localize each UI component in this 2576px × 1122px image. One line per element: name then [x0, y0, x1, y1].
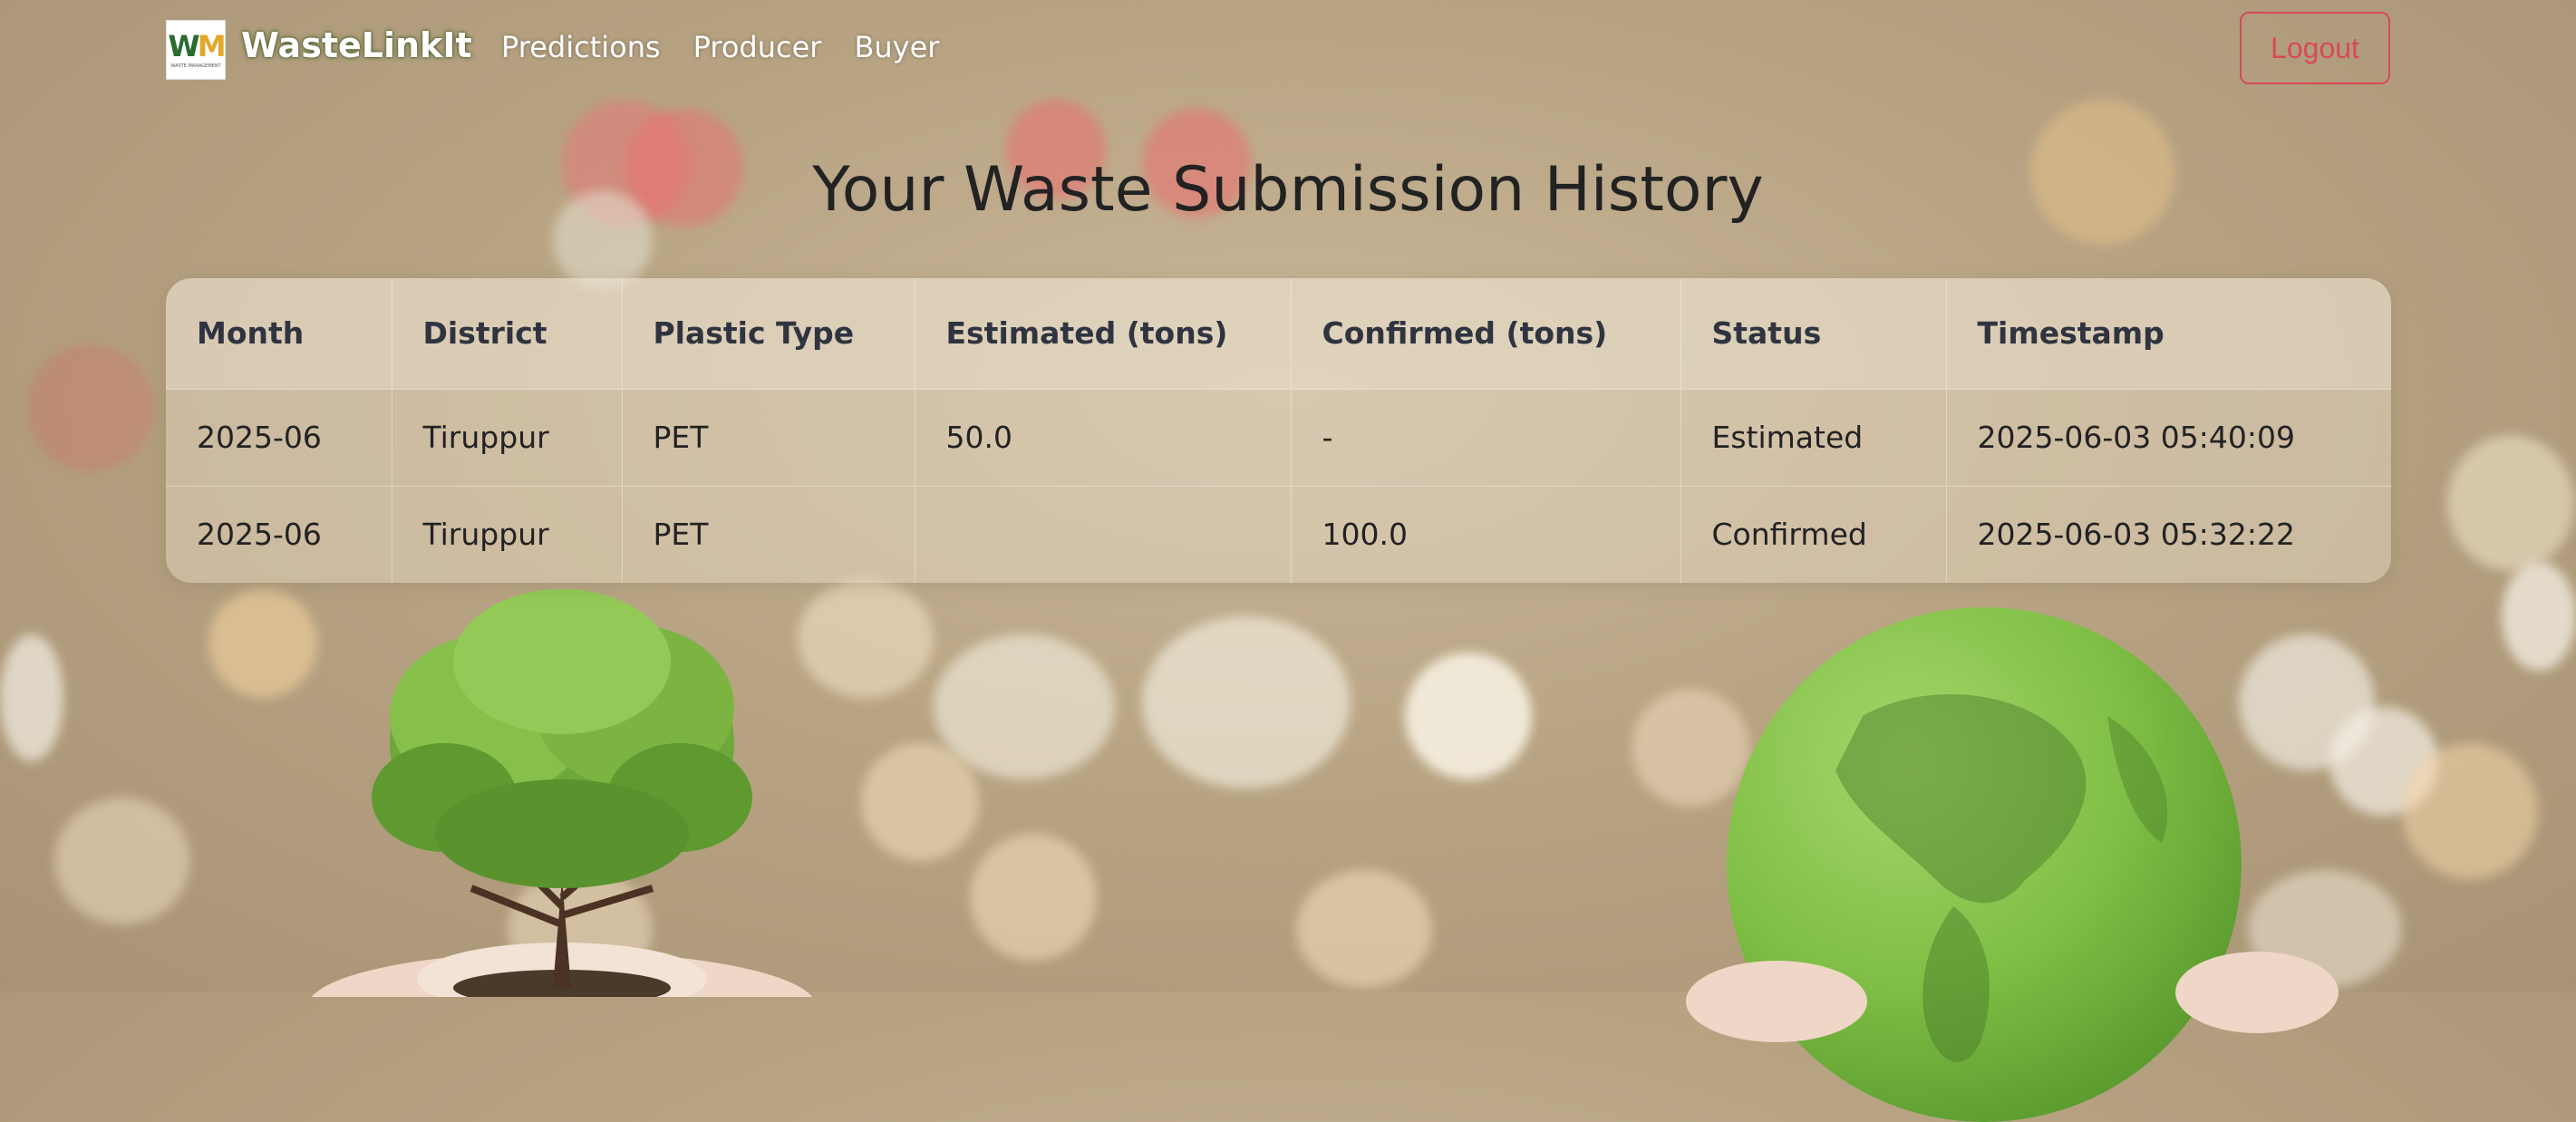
- cell-status: Estimated: [1680, 389, 1947, 486]
- column-header-district: District: [392, 278, 623, 389]
- cell-confirmed: -: [1291, 389, 1681, 486]
- table-row: 2025-06 Tiruppur PET 50.0 - Estimated 20…: [166, 389, 2391, 486]
- column-header-confirmed: Confirmed (tons): [1291, 278, 1681, 389]
- cell-estimated: [915, 486, 1292, 583]
- column-header-estimated: Estimated (tons): [915, 278, 1292, 389]
- column-header-month: Month: [166, 278, 392, 389]
- cell-plastic-type: PET: [622, 389, 915, 486]
- brand-name[interactable]: WasteLinkIt: [241, 25, 472, 65]
- nav-link-producer[interactable]: Producer: [693, 30, 822, 64]
- globe-icon: [1727, 607, 2242, 1122]
- nav-links: Predictions Producer Buyer: [501, 30, 939, 64]
- cell-district: Tiruppur: [392, 486, 623, 583]
- cell-timestamp: 2025-06-03 05:40:09: [1977, 420, 2295, 455]
- column-header-timestamp: Timestamp: [1977, 315, 2164, 352]
- cell-month: 2025-06: [166, 389, 392, 486]
- cell-plastic-type: PET: [622, 486, 915, 583]
- column-header-status: Status: [1680, 278, 1947, 389]
- hand-decoration: [1686, 961, 1867, 1042]
- cell-confirmed: 100.0: [1291, 486, 1681, 583]
- page-title: Your Waste Submission History: [812, 154, 1764, 226]
- nav-link-buyer[interactable]: Buyer: [854, 30, 939, 64]
- navbar: WM WASTE MANAGEMENT WasteLinkIt Predicti…: [0, 0, 2576, 102]
- column-header-plastic-type: Plastic Type: [622, 278, 915, 389]
- cell-estimated: 50.0: [915, 389, 1292, 486]
- table-header-row: Month District Plastic Type Estimated (t…: [166, 278, 2391, 389]
- logo-subtext: WASTE MANAGEMENT: [170, 63, 221, 69]
- submission-history-table: Month District Plastic Type Estimated (t…: [166, 278, 2391, 583]
- brand-logo[interactable]: WM WASTE MANAGEMENT: [166, 20, 227, 80]
- cell-month: 2025-06: [166, 486, 392, 583]
- cell-timestamp: 2025-06-03 05:32:22: [1977, 517, 2295, 553]
- table-row: 2025-06 Tiruppur PET 100.0 Confirmed 202…: [166, 486, 2391, 583]
- nav-link-predictions[interactable]: Predictions: [501, 30, 661, 64]
- hand-decoration: [2175, 952, 2339, 1033]
- logout-button[interactable]: Logout: [2240, 12, 2390, 84]
- cell-status: Confirmed: [1680, 486, 1947, 583]
- tree-icon: [311, 589, 813, 997]
- cell-district: Tiruppur: [392, 389, 623, 486]
